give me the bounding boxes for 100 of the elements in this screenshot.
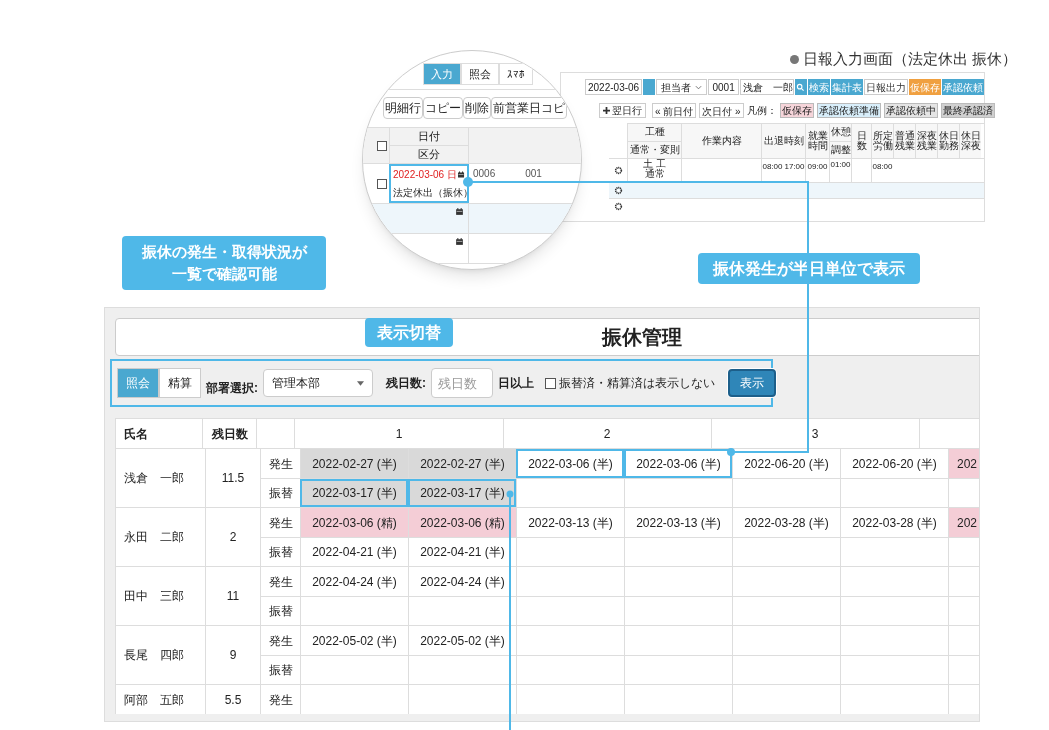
- date-cell: 2022-03-17 (半): [300, 479, 408, 507]
- toolbar-button[interactable]: 前営業日コピ: [491, 97, 567, 119]
- date-cell: 2022-03-13 (半): [624, 508, 732, 537]
- checkbox[interactable]: [377, 178, 387, 189]
- column-header: 氏名: [115, 419, 203, 448]
- date-cell: 2022-04-24 (半): [408, 567, 516, 596]
- date-cell: 2022-04-24 (半): [300, 567, 408, 596]
- remain-suffix: 日以上: [498, 375, 534, 392]
- type-cell: 振替: [260, 538, 300, 566]
- checkbox[interactable]: [377, 140, 387, 151]
- column-header: 残日数: [202, 419, 256, 448]
- date-cell: 2022-03-06 (精): [408, 508, 516, 537]
- toolbar-button[interactable]: コピー: [423, 97, 463, 119]
- date-cell: 2022-03-06 (半): [624, 449, 732, 478]
- calendar-button[interactable]: [643, 79, 656, 95]
- type-cell: 振替: [260, 597, 300, 625]
- name-cell: 浅倉 一郎: [115, 449, 205, 507]
- date-cell: 2022-03-06 (半): [516, 449, 624, 478]
- dept-select[interactable]: 管理本部: [263, 369, 373, 397]
- name-cell: 長尾 四郎: [115, 626, 205, 684]
- date-cell: 2022-02-27 (半): [300, 449, 408, 478]
- date-cell[interactable]: 2022-03-06 日 法定休出（振休）: [389, 164, 469, 203]
- name-cell: 田中 三郎: [115, 567, 205, 625]
- remaining-cell: 2: [205, 508, 260, 566]
- dropdown-icon: [357, 380, 364, 386]
- calendar-icon: [456, 170, 465, 180]
- toolbar-button[interactable]: 明細行: [383, 97, 423, 119]
- date-cell: 202: [948, 508, 979, 537]
- date-cell: 202: [948, 449, 979, 478]
- show-button[interactable]: 表示: [728, 369, 776, 397]
- checkbox[interactable]: [545, 377, 556, 389]
- checkbox-label: 振替済・精算済は表示しない: [559, 375, 715, 392]
- code-field[interactable]: 0001: [708, 79, 739, 95]
- gear-icon: [613, 166, 623, 175]
- type-cell: 発生: [260, 685, 300, 714]
- calendar-icon: [455, 207, 464, 216]
- toolbar-button[interactable]: 日報出力: [864, 79, 908, 95]
- column-header: 普通残業: [894, 129, 915, 153]
- name-cell: 永田 二郎: [115, 508, 205, 566]
- legend-tag: 承認依頼準備: [816, 102, 881, 118]
- date-cell: 2022-05-02 (半): [408, 626, 516, 655]
- work-kind: 通常: [644, 169, 665, 179]
- date-cell: 2022-04-21 (半): [408, 538, 516, 566]
- tab[interactable]: ｽﾏﾎ: [499, 63, 533, 85]
- code-text: 0006: [473, 167, 496, 181]
- caption: 日報入力画面（法定休出 振休）: [803, 49, 1018, 69]
- column-header: 所定労働: [872, 129, 893, 153]
- tab[interactable]: 照会: [461, 63, 499, 85]
- legend-tag: 仮保存: [779, 102, 814, 118]
- column-header: 日数: [855, 129, 868, 153]
- type-cell: 発生: [260, 567, 300, 596]
- callout: 表示切替: [365, 318, 453, 347]
- column-header: 工種: [643, 125, 666, 140]
- nav-button[interactable]: « 前日付: [652, 102, 697, 118]
- callout: 振休の発生・取得状況が一覧で確認可能: [122, 236, 326, 290]
- column-header: 出退時刻: [762, 134, 805, 148]
- remaining-cell: 9: [205, 626, 260, 684]
- column-header: 作業内容: [700, 134, 743, 148]
- add-row-button[interactable]: 翌日行: [599, 102, 646, 118]
- calendar-icon: [455, 237, 464, 246]
- date-text: 2022-03-06 日: [393, 168, 457, 183]
- remaining-cell: 5.5: [205, 685, 260, 714]
- view-tab[interactable]: 精算: [159, 368, 201, 398]
- category-text: 法定休出（振休）: [392, 185, 467, 200]
- type-cell: 発生: [260, 626, 300, 655]
- remaining-cell: 11: [205, 567, 260, 625]
- name-cell: 阿部 五郎: [115, 685, 205, 714]
- work-type: 土 工: [643, 159, 666, 169]
- date-cell: 2022-02-27 (半): [408, 449, 516, 478]
- column-header: 休日深夜: [960, 129, 981, 153]
- date-cell: 2022-03-13 (半): [516, 508, 624, 537]
- legend-tag: 最終承認済: [940, 102, 995, 118]
- date-field[interactable]: 2022-03-06: [585, 79, 643, 95]
- date-cell: 2022-03-28 (半): [732, 508, 840, 537]
- name-field[interactable]: 浅倉 一郎: [739, 79, 794, 95]
- dept-label: 部署選択:: [206, 380, 258, 397]
- staff-select[interactable]: 担当者: [656, 79, 708, 95]
- remaining-cell: 11.5: [205, 449, 260, 507]
- date-cell: 2022-05-02 (半): [300, 626, 408, 655]
- plus-icon: [603, 106, 610, 114]
- column-header: 日付: [390, 128, 468, 146]
- column-header: 深夜残業: [916, 129, 937, 153]
- column-header: 2: [502, 419, 711, 448]
- date-cell: 2022-03-17 (半): [408, 479, 516, 507]
- remain-label: 残日数:: [386, 375, 426, 392]
- column-header: 区分: [417, 147, 441, 163]
- legend-tag: 承認依頼中: [883, 102, 938, 118]
- time-cell: 08:00: [762, 162, 783, 171]
- date-cell: 2022-03-06 (精): [300, 508, 408, 537]
- toolbar-button[interactable]: 削除: [463, 97, 491, 119]
- search-icon: [796, 82, 806, 92]
- time-cell: 17:00: [784, 162, 805, 171]
- remaining-days-field[interactable]: 残日数: [431, 368, 493, 398]
- column-header: 就業時間: [806, 129, 829, 153]
- column-header: 休憩: [830, 125, 851, 140]
- callout: 振休発生が半日単位で表示: [698, 253, 920, 284]
- legend-label: 凡例：: [746, 103, 777, 118]
- search-button[interactable]: [794, 79, 807, 95]
- nav-button[interactable]: 次日付 »: [699, 102, 744, 118]
- chevron-icon: [695, 84, 703, 90]
